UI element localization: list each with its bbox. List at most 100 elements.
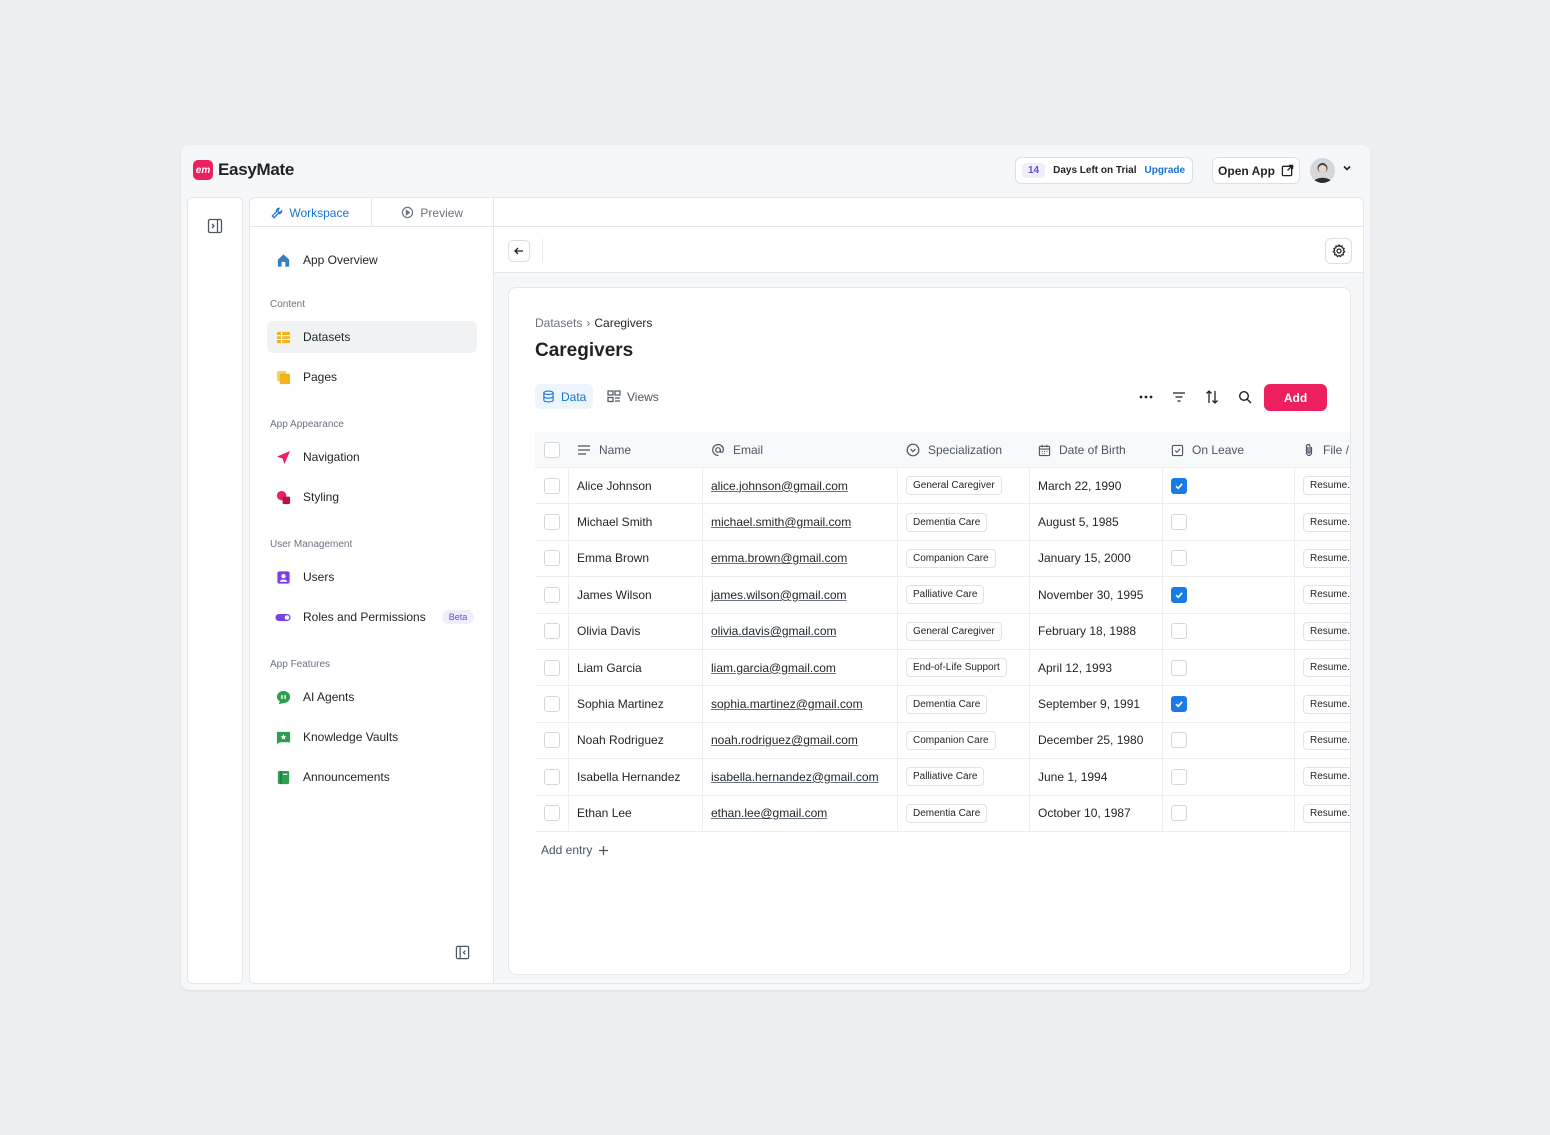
column-header-name[interactable]: Name xyxy=(569,432,703,468)
cell-date-of-birth[interactable]: November 30, 1995 xyxy=(1030,577,1163,613)
cell-name[interactable]: James Wilson xyxy=(569,577,703,613)
file-chip[interactable]: Resume.p xyxy=(1303,585,1350,605)
column-header-file[interactable]: File / xyxy=(1295,432,1350,468)
file-chip[interactable]: Resume.p xyxy=(1303,621,1350,641)
cell-file[interactable]: Resume.p xyxy=(1295,468,1350,503)
email-link[interactable]: liam.garcia@gmail.com xyxy=(711,661,836,675)
table-row[interactable]: Olivia Davis olivia.davis@gmail.com Genera… xyxy=(535,613,1350,650)
cell-specialization[interactable]: Companion Care xyxy=(898,540,1030,577)
tab-preview[interactable]: Preview xyxy=(372,198,494,227)
cell-name[interactable]: Sophia Martinez xyxy=(569,686,703,722)
cell-name[interactable]: Ethan Lee xyxy=(569,795,703,831)
cell-name[interactable]: Olivia Davis xyxy=(569,613,703,649)
cell-specialization[interactable]: General Caregiver xyxy=(898,613,1030,649)
sidebar-item-knowledge-vaults[interactable]: Knowledge Vaults xyxy=(267,721,477,753)
cell-specialization[interactable]: Dementia Care xyxy=(898,795,1030,831)
avatar[interactable] xyxy=(1310,158,1335,183)
on-leave-checkbox[interactable] xyxy=(1171,514,1187,531)
email-link[interactable]: noah.rodriguez@gmail.com xyxy=(711,733,858,747)
file-chip[interactable]: Resume.p xyxy=(1303,548,1350,568)
row-select-checkbox[interactable] xyxy=(544,586,560,603)
row-select-checkbox[interactable] xyxy=(544,768,560,785)
cell-date-of-birth[interactable]: February 18, 1988 xyxy=(1030,613,1163,649)
cell-email[interactable]: sophia.martinez@gmail.com xyxy=(703,686,898,722)
sidebar-item-datasets[interactable]: Datasets xyxy=(267,321,477,353)
table-row[interactable]: Noah Rodriguez noah.rodriguez@gmail.com Co… xyxy=(535,722,1350,760)
cell-date-of-birth[interactable]: August 5, 1985 xyxy=(1030,504,1163,540)
cell-name[interactable]: Isabella Hernandez xyxy=(569,759,703,795)
sidebar-expand-icon[interactable] xyxy=(207,218,223,234)
sidebar-item-roles-and-permissions[interactable]: Roles and Permissions Beta xyxy=(267,601,477,633)
table-row[interactable]: Isabella Hernandez isabella.hernandez@gma… xyxy=(535,759,1350,796)
chevron-down-icon[interactable] xyxy=(1341,162,1353,174)
cell-name[interactable]: Alice Johnson xyxy=(569,468,703,504)
column-header-specialization[interactable]: Specialization xyxy=(898,432,1030,468)
email-link[interactable]: sophia.martinez@gmail.com xyxy=(711,697,863,711)
cell-email[interactable]: james.wilson@gmail.com xyxy=(703,577,898,613)
on-leave-checkbox[interactable] xyxy=(1171,696,1187,713)
cell-date-of-birth[interactable]: June 1, 1994 xyxy=(1030,759,1163,795)
cell-file[interactable]: Resume.p xyxy=(1295,541,1350,576)
row-select-checkbox[interactable] xyxy=(544,477,560,494)
open-app-button[interactable]: Open App xyxy=(1212,157,1300,184)
header-select-all[interactable] xyxy=(535,432,569,468)
cell-date-of-birth[interactable]: September 9, 1991 xyxy=(1030,686,1163,722)
column-header-email[interactable]: Email xyxy=(703,432,898,468)
row-select-checkbox[interactable] xyxy=(544,514,560,531)
sidebar-item-pages[interactable]: Pages xyxy=(267,361,477,393)
table-row[interactable]: Sophia Martinez sophia.martinez@gmail.com… xyxy=(535,686,1350,723)
cell-file[interactable]: Resume.p xyxy=(1295,686,1350,721)
settings-button[interactable] xyxy=(1325,238,1352,264)
cell-date-of-birth[interactable]: January 15, 2000 xyxy=(1030,540,1163,577)
cell-date-of-birth[interactable]: December 25, 1980 xyxy=(1030,722,1163,759)
file-chip[interactable]: Resume.p xyxy=(1303,694,1350,714)
cell-file[interactable]: Resume.p xyxy=(1295,504,1350,539)
add-entry-button[interactable]: Add entry xyxy=(541,843,609,857)
cell-name[interactable]: Michael Smith xyxy=(569,504,703,540)
more-options-icon[interactable] xyxy=(1137,388,1155,406)
select-all-checkbox[interactable] xyxy=(544,442,560,458)
cell-specialization[interactable]: Palliative Care xyxy=(898,759,1030,795)
cell-specialization[interactable]: Dementia Care xyxy=(898,504,1030,540)
sidebar-item-ai-agents[interactable]: AI Agents xyxy=(267,681,477,713)
on-leave-checkbox[interactable] xyxy=(1171,550,1187,567)
file-chip[interactable]: Resume.p xyxy=(1303,476,1350,496)
cell-specialization[interactable]: End-of-Life Support xyxy=(898,649,1030,686)
cell-specialization[interactable]: Companion Care xyxy=(898,722,1030,759)
email-link[interactable]: james.wilson@gmail.com xyxy=(711,588,847,602)
file-chip[interactable]: Resume.p xyxy=(1303,658,1350,678)
back-button[interactable] xyxy=(508,240,530,262)
cell-email[interactable]: olivia.davis@gmail.com xyxy=(703,613,898,649)
upgrade-link[interactable]: Upgrade xyxy=(1144,165,1185,176)
on-leave-checkbox[interactable] xyxy=(1171,659,1187,676)
cell-email[interactable]: michael.smith@gmail.com xyxy=(703,504,898,540)
row-select-checkbox[interactable] xyxy=(544,732,560,749)
on-leave-checkbox[interactable] xyxy=(1171,768,1187,785)
cell-specialization[interactable]: Palliative Care xyxy=(898,577,1030,613)
file-chip[interactable]: Resume.p xyxy=(1303,803,1350,823)
sidebar-collapse-icon[interactable] xyxy=(455,945,470,960)
cell-email[interactable]: isabella.hernandez@gmail.com xyxy=(703,759,898,795)
column-header-on-leave[interactable]: On Leave xyxy=(1163,432,1295,468)
cell-name[interactable]: Noah Rodriguez xyxy=(569,722,703,759)
cell-file[interactable]: Resume.p xyxy=(1295,759,1350,794)
row-select-checkbox[interactable] xyxy=(544,805,560,822)
row-select-checkbox[interactable] xyxy=(544,623,560,640)
cell-file[interactable]: Resume.p xyxy=(1295,650,1350,685)
cell-email[interactable]: noah.rodriguez@gmail.com xyxy=(703,722,898,759)
table-row[interactable]: Ethan Lee ethan.lee@gmail.com Dementia Car… xyxy=(535,795,1350,832)
file-chip[interactable]: Resume.p xyxy=(1303,767,1350,787)
cell-date-of-birth[interactable]: March 22, 1990 xyxy=(1030,468,1163,504)
cell-file[interactable]: Resume.p xyxy=(1295,614,1350,649)
cell-email[interactable]: emma.brown@gmail.com xyxy=(703,540,898,577)
column-header-date-of-birth[interactable]: Date of Birth xyxy=(1030,432,1163,468)
table-row[interactable]: Michael Smith michael.smith@gmail.com Deme… xyxy=(535,504,1350,541)
email-link[interactable]: isabella.hernandez@gmail.com xyxy=(711,770,879,784)
email-link[interactable]: olivia.davis@gmail.com xyxy=(711,624,837,638)
on-leave-checkbox[interactable] xyxy=(1171,623,1187,640)
row-select-checkbox[interactable] xyxy=(544,659,560,676)
sidebar-item-users[interactable]: Users xyxy=(267,561,477,593)
cell-specialization[interactable]: General Caregiver xyxy=(898,468,1030,504)
on-leave-checkbox[interactable] xyxy=(1171,732,1187,749)
email-link[interactable]: michael.smith@gmail.com xyxy=(711,515,851,529)
